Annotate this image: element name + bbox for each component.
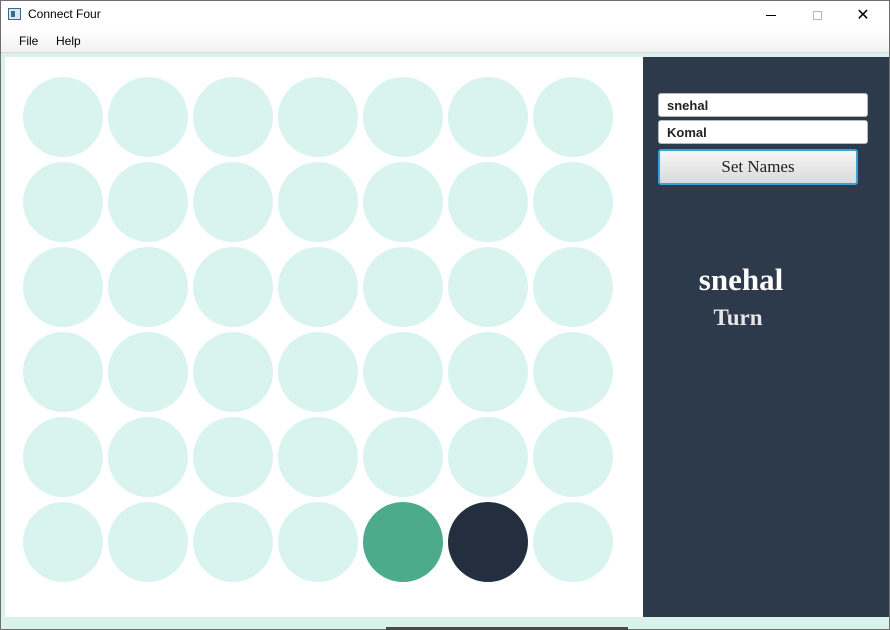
board-cell-r1-c0[interactable] [23, 162, 103, 242]
set-names-button[interactable]: Set Names [658, 149, 858, 185]
board-cell-r4-c1[interactable] [108, 417, 188, 497]
menu-help[interactable]: Help [56, 34, 81, 48]
board-cell-r4-c6[interactable] [533, 417, 613, 497]
board-cell-r2-c5[interactable] [448, 247, 528, 327]
board-cell-r3-c1[interactable] [108, 332, 188, 412]
turn-label: Turn [713, 305, 763, 330]
minimize-icon [766, 14, 776, 16]
board-cell-r3-c5[interactable] [448, 332, 528, 412]
app-window: Connect Four ✕ File Help Set Names sneha… [0, 0, 890, 630]
board-cell-r2-c4[interactable] [363, 247, 443, 327]
board-cell-r1-c1[interactable] [108, 162, 188, 242]
board-cell-r1-c4[interactable] [363, 162, 443, 242]
player1-name-input[interactable] [658, 93, 868, 117]
board-cell-r5-c1[interactable] [108, 502, 188, 582]
board-cell-r4-c2[interactable] [193, 417, 273, 497]
disc-p2-r5-c5[interactable] [448, 502, 528, 582]
board-cell-r4-c5[interactable] [448, 417, 528, 497]
maximize-icon [812, 10, 822, 20]
menu-bar: File Help [1, 29, 889, 53]
board-cell-r0-c1[interactable] [108, 77, 188, 157]
board-cell-r1-c5[interactable] [448, 162, 528, 242]
board-cell-r4-c3[interactable] [278, 417, 358, 497]
board-cell-r5-c0[interactable] [23, 502, 103, 582]
board-cell-r0-c6[interactable] [533, 77, 613, 157]
board-cell-r3-c0[interactable] [23, 332, 103, 412]
board-cell-r1-c3[interactable] [278, 162, 358, 242]
board-cell-r0-c2[interactable] [193, 77, 273, 157]
board-cell-r3-c6[interactable] [533, 332, 613, 412]
board-cell-r3-c4[interactable] [363, 332, 443, 412]
game-board[interactable] [5, 57, 643, 617]
board-cell-r5-c3[interactable] [278, 502, 358, 582]
board-cell-r5-c6[interactable] [533, 502, 613, 582]
board-cell-r0-c3[interactable] [278, 77, 358, 157]
board-cell-r4-c4[interactable] [363, 417, 443, 497]
board-cell-r3-c2[interactable] [193, 332, 273, 412]
minimize-button[interactable] [748, 1, 794, 29]
main-content: Set Names snehal Turn [1, 53, 889, 629]
board-cell-r2-c3[interactable] [278, 247, 358, 327]
board-cell-r0-c4[interactable] [363, 77, 443, 157]
close-icon: ✕ [856, 5, 870, 24]
board-cell-r0-c0[interactable] [23, 77, 103, 157]
board-cell-r5-c2[interactable] [193, 502, 273, 582]
board-cell-r2-c0[interactable] [23, 247, 103, 327]
maximize-button[interactable] [794, 1, 840, 29]
board-cell-r0-c5[interactable] [448, 77, 528, 157]
disc-p1-r5-c4[interactable] [363, 502, 443, 582]
window-title: Connect Four [28, 7, 101, 21]
board-cell-r3-c3[interactable] [278, 332, 358, 412]
board-cell-r4-c0[interactable] [23, 417, 103, 497]
title-bar[interactable]: Connect Four ✕ [1, 1, 889, 29]
close-button[interactable]: ✕ [840, 1, 886, 29]
board-cell-r2-c2[interactable] [193, 247, 273, 327]
menu-file[interactable]: File [19, 34, 38, 48]
board-cell-r1-c6[interactable] [533, 162, 613, 242]
player2-name-input[interactable] [658, 120, 868, 144]
board-cell-r2-c6[interactable] [533, 247, 613, 327]
app-icon [8, 8, 21, 20]
side-panel: Set Names snehal Turn [643, 57, 889, 617]
board-cell-r2-c1[interactable] [108, 247, 188, 327]
board-cell-r1-c2[interactable] [193, 162, 273, 242]
current-player-name: snehal [698, 262, 784, 297]
